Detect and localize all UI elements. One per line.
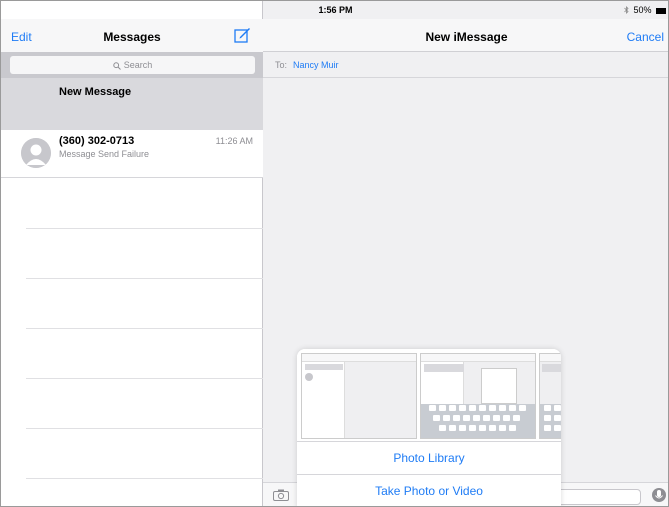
cancel-button[interactable]: Cancel (627, 30, 664, 44)
search-icon (113, 62, 121, 70)
new-imessage-nav-bar: New iMessage Cancel (263, 19, 668, 52)
new-message-label: New Message (59, 86, 132, 98)
list-divider (26, 328, 263, 329)
bluetooth-icon (624, 6, 629, 14)
photo-thumbnail[interactable] (301, 353, 417, 439)
messages-title: Messages (103, 30, 161, 44)
photo-library-button[interactable]: Photo Library (297, 441, 561, 474)
battery-icon (656, 7, 666, 14)
to-field[interactable]: To: Nancy Muir (263, 52, 668, 78)
to-label: To: (275, 60, 288, 70)
conversation-row[interactable]: (360) 302-0713 11:26 AM Message Send Fai… (1, 130, 263, 178)
list-divider (26, 428, 263, 429)
conversation-preview: Message Send Failure (59, 149, 150, 159)
compose-icon[interactable] (234, 27, 251, 44)
list-divider (26, 478, 263, 479)
photo-thumbnail[interactable] (539, 353, 561, 439)
conversation-time: 11:26 AM (215, 136, 253, 146)
person-icon (21, 138, 51, 168)
battery-status: 50% (624, 5, 666, 15)
photo-popover: Photo Library Take Photo or Video (297, 349, 561, 506)
photo-thumbnail[interactable] (420, 353, 536, 439)
recent-photos-strip[interactable] (297, 349, 561, 441)
recipient-name[interactable]: Nancy Muir (293, 60, 339, 70)
list-divider (26, 228, 263, 229)
new-message-row[interactable]: New Message (1, 78, 263, 130)
new-imessage-title: New iMessage (425, 30, 508, 44)
conversation-name: (360) 302-0713 (59, 135, 135, 147)
microphone-icon[interactable] (652, 486, 666, 504)
take-photo-button[interactable]: Take Photo or Video (297, 474, 561, 506)
search-input[interactable]: Search (10, 56, 255, 74)
list-divider (26, 378, 263, 379)
ipad-screen: iPad 1:56 PM 50% Edit Messages Search Ne… (0, 0, 669, 507)
list-divider (26, 278, 263, 279)
messages-nav-bar: Edit Messages (1, 19, 263, 52)
search-placeholder: Search (123, 60, 153, 70)
camera-icon[interactable] (273, 489, 289, 501)
battery-percent: 50% (633, 5, 652, 15)
avatar (21, 138, 51, 168)
search-bar: Search (1, 52, 263, 78)
